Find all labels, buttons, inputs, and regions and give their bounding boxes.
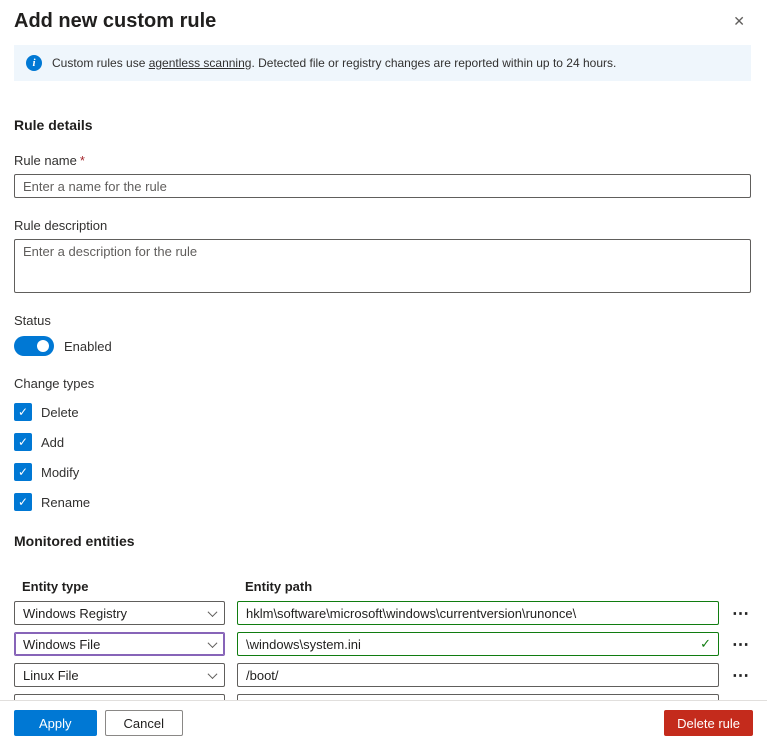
info-icon: i	[26, 55, 42, 71]
checkbox-checked-icon[interactable]: ✓	[14, 463, 32, 481]
agentless-scanning-link[interactable]: agentless scanning	[149, 56, 252, 70]
change-type-row-delete[interactable]: ✓ Delete	[14, 403, 751, 421]
entity-row-1: Windows Registry ⋯	[14, 601, 751, 625]
change-types-label: Change types	[14, 376, 751, 391]
chevron-down-icon	[208, 669, 218, 679]
banner-text-before: Custom rules use	[52, 56, 149, 70]
apply-button[interactable]: Apply	[14, 710, 97, 736]
dropdown-selected-value: Windows File	[23, 637, 100, 652]
close-icon[interactable]: ✕	[727, 10, 751, 32]
delete-rule-button[interactable]: Delete rule	[664, 710, 753, 736]
checkbox-checked-icon[interactable]: ✓	[14, 493, 32, 511]
rule-description-label: Rule description	[14, 218, 751, 233]
checkbox-label: Add	[41, 435, 64, 450]
checkbox-checked-icon[interactable]: ✓	[14, 433, 32, 451]
entity-row-3: Linux File ⋯	[14, 663, 751, 687]
rule-name-label-text: Rule name	[14, 153, 77, 168]
status-label: Status	[14, 313, 751, 328]
checkbox-checked-icon[interactable]: ✓	[14, 403, 32, 421]
entity-type-dropdown[interactable]: Linux File	[14, 663, 225, 687]
checkbox-label: Modify	[41, 465, 79, 480]
checkbox-label: Rename	[41, 495, 90, 510]
rule-name-label: Rule name*	[14, 153, 751, 168]
info-banner-text: Custom rules use agentless scanning. Det…	[52, 56, 616, 70]
entity-row-2: Windows File ✓ ⋯	[14, 632, 751, 656]
column-spacer	[731, 579, 751, 594]
entity-path-wrap	[237, 663, 719, 687]
monitored-entities-heading: Monitored entities	[14, 533, 751, 549]
dropdown-selected-value: Linux File	[23, 668, 79, 683]
valid-check-icon: ✓	[700, 636, 711, 652]
more-options-icon[interactable]: ⋯	[731, 667, 751, 684]
more-options-icon[interactable]: ⋯	[731, 605, 751, 622]
chevron-down-icon	[208, 638, 218, 648]
entity-path-wrap	[237, 601, 719, 625]
entity-path-wrap: ✓	[237, 632, 719, 656]
rule-details-heading: Rule details	[14, 117, 751, 133]
page-title: Add new custom rule	[14, 10, 216, 33]
toggle-knob-icon	[37, 340, 49, 352]
change-type-row-add[interactable]: ✓ Add	[14, 433, 751, 451]
entities-table-header: Entity type Entity path	[14, 579, 751, 594]
status-row: Enabled	[14, 336, 751, 356]
cancel-button[interactable]: Cancel	[105, 710, 183, 736]
rule-name-input[interactable]	[14, 174, 751, 198]
status-value: Enabled	[64, 339, 112, 354]
entity-type-column-header: Entity type	[14, 579, 225, 594]
change-type-row-modify[interactable]: ✓ Modify	[14, 463, 751, 481]
entity-path-input[interactable]	[237, 632, 719, 656]
dropdown-selected-value: Windows Registry	[23, 606, 127, 621]
change-type-row-rename[interactable]: ✓ Rename	[14, 493, 751, 511]
add-custom-rule-panel: Add new custom rule ✕ i Custom rules use…	[0, 0, 767, 718]
footer-action-bar: Apply Cancel Delete rule	[0, 700, 767, 747]
rule-description-input[interactable]	[14, 239, 751, 293]
checkbox-label: Delete	[41, 405, 79, 420]
entity-type-dropdown[interactable]: Windows Registry	[14, 601, 225, 625]
banner-text-after: . Detected file or registry changes are …	[251, 56, 616, 70]
required-marker: *	[80, 153, 85, 168]
entity-path-input[interactable]	[237, 663, 719, 687]
entity-path-column-header: Entity path	[237, 579, 719, 594]
more-options-icon[interactable]: ⋯	[731, 636, 751, 653]
info-banner: i Custom rules use agentless scanning. D…	[14, 45, 751, 81]
chevron-down-icon	[208, 607, 218, 617]
entity-path-input[interactable]	[237, 601, 719, 625]
status-toggle[interactable]	[14, 336, 54, 356]
entity-type-dropdown[interactable]: Windows File	[14, 632, 225, 656]
panel-header: Add new custom rule ✕	[14, 10, 751, 33]
